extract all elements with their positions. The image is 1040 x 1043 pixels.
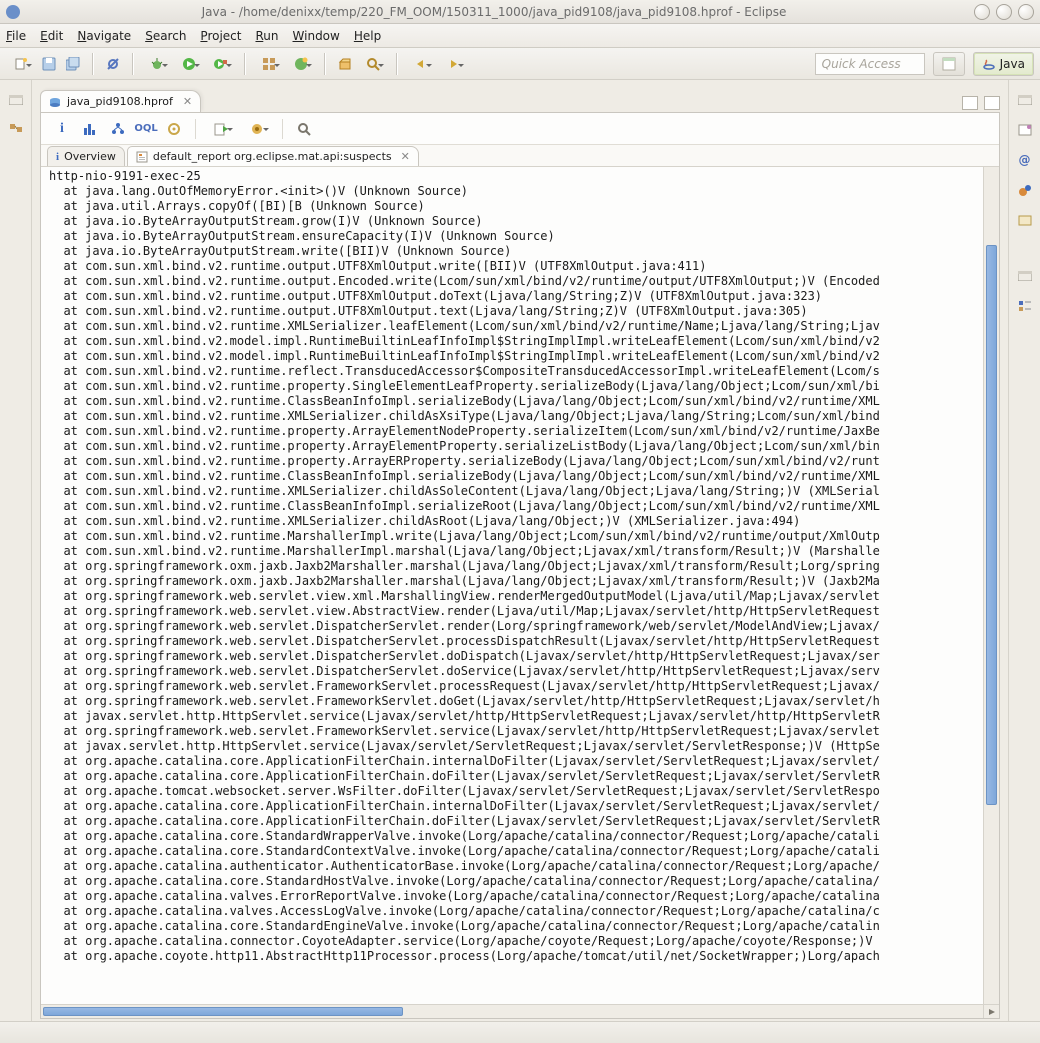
- java-icon: [982, 57, 996, 71]
- close-icon[interactable]: ✕: [183, 95, 192, 108]
- quick-access-placeholder: Quick Access: [822, 57, 901, 71]
- workbench: java_pid9108.hprof ✕ i OQL: [0, 80, 1040, 1021]
- open-perspective-button[interactable]: [933, 52, 965, 76]
- minimize-editor-button[interactable]: [962, 96, 978, 110]
- task-list-icon[interactable]: [1015, 120, 1035, 140]
- editor-tab-hprof[interactable]: java_pid9108.hprof ✕: [40, 90, 201, 112]
- mat-editor: i OQL: [40, 112, 1000, 1019]
- menu-help[interactable]: Help: [354, 29, 381, 43]
- report-icon: [136, 151, 148, 163]
- menu-navigate[interactable]: Navigate: [77, 29, 131, 43]
- right-trim: @: [1008, 80, 1040, 1021]
- subtab-overview[interactable]: i Overview: [47, 146, 125, 166]
- menu-run[interactable]: Run: [255, 29, 278, 43]
- navigator-icon[interactable]: [1015, 210, 1035, 230]
- new-type-button[interactable]: [286, 53, 316, 75]
- app-icon: [6, 5, 20, 19]
- mat-separator: [195, 119, 196, 139]
- window-titlebar: Java - /home/denixx/temp/220_FM_OOM/1503…: [0, 0, 1040, 24]
- nav-back-button[interactable]: [406, 53, 436, 75]
- left-trim: [0, 80, 32, 1021]
- new-button[interactable]: [6, 53, 36, 75]
- maximize-editor-button[interactable]: [984, 96, 1000, 110]
- restore-view-icon[interactable]: [1015, 90, 1035, 110]
- thread-overview-icon[interactable]: [163, 118, 185, 140]
- window-icon: [942, 57, 956, 71]
- menu-bar: File Edit Navigate Search Project Run Wi…: [0, 24, 1040, 48]
- restore-view-icon[interactable]: [6, 90, 26, 110]
- main-toolbar: Quick Access Java: [0, 48, 1040, 80]
- heap-icon[interactable]: [1015, 180, 1035, 200]
- scroll-right-arrow[interactable]: [983, 1004, 999, 1018]
- mat-separator: [282, 119, 283, 139]
- outline-at-icon[interactable]: @: [1015, 150, 1035, 170]
- window-maximize-button[interactable]: [996, 4, 1012, 20]
- find-icon[interactable]: [293, 118, 315, 140]
- dominator-tree-icon[interactable]: [107, 118, 129, 140]
- window-minimize-button[interactable]: [974, 4, 990, 20]
- stack-trace-viewer: http-nio-9191-exec-25 at java.lang.OutOf…: [41, 167, 999, 1018]
- info-icon: i: [56, 151, 59, 163]
- menu-search[interactable]: Search: [145, 29, 186, 43]
- perspective-java-label: Java: [1000, 57, 1025, 71]
- heap-dump-icon: [49, 96, 61, 108]
- horizontal-scrollbar[interactable]: [41, 1004, 983, 1018]
- vertical-scroll-thumb[interactable]: [986, 245, 997, 805]
- outline-icon[interactable]: [1015, 296, 1035, 316]
- run-report-icon[interactable]: [206, 118, 236, 140]
- window-close-button[interactable]: [1018, 4, 1034, 20]
- toolbar-separator: [324, 53, 326, 75]
- quick-access-input[interactable]: Quick Access: [815, 53, 925, 75]
- close-icon[interactable]: ✕: [401, 150, 410, 163]
- stack-trace-text[interactable]: http-nio-9191-exec-25 at java.lang.OutOf…: [41, 167, 983, 1004]
- menu-file[interactable]: File: [6, 29, 26, 43]
- restore-view-icon[interactable]: [1015, 266, 1035, 286]
- subtab-report-label: default_report org.eclipse.mat.api:suspe…: [153, 150, 392, 163]
- editor-area: java_pid9108.hprof ✕ i OQL: [32, 80, 1008, 1021]
- mat-subtabs: i Overview default_report org.eclipse.ma…: [41, 145, 999, 167]
- run-last-button[interactable]: [206, 53, 236, 75]
- subtab-overview-label: Overview: [64, 150, 116, 163]
- save-all-button[interactable]: [62, 53, 84, 75]
- window-title: Java - /home/denixx/temp/220_FM_OOM/1503…: [20, 5, 968, 19]
- menu-project[interactable]: Project: [200, 29, 241, 43]
- status-bar: [0, 1021, 1040, 1043]
- mat-toolbar: i OQL: [41, 113, 999, 145]
- subtab-default-report[interactable]: default_report org.eclipse.mat.api:suspe…: [127, 146, 419, 166]
- oql-icon[interactable]: OQL: [135, 118, 157, 140]
- skip-breakpoints-button[interactable]: [102, 53, 124, 75]
- debug-button[interactable]: [142, 53, 172, 75]
- menu-window[interactable]: Window: [293, 29, 340, 43]
- toolbar-separator: [396, 53, 398, 75]
- nav-forward-button[interactable]: [438, 53, 468, 75]
- package-explorer-icon[interactable]: [6, 120, 26, 140]
- toolbar-separator: [132, 53, 134, 75]
- overview-icon[interactable]: i: [51, 118, 73, 140]
- editor-tabbar: java_pid9108.hprof ✕: [40, 86, 1000, 112]
- save-button[interactable]: [38, 53, 60, 75]
- toolbar-separator: [92, 53, 94, 75]
- open-type-button[interactable]: [334, 53, 356, 75]
- toolbar-separator: [244, 53, 246, 75]
- vertical-scrollbar[interactable]: [983, 167, 999, 1004]
- run-button[interactable]: [174, 53, 204, 75]
- horizontal-scroll-thumb[interactable]: [43, 1007, 403, 1016]
- editor-tab-label: java_pid9108.hprof: [67, 95, 173, 108]
- query-browser-icon[interactable]: [242, 118, 272, 140]
- histogram-icon[interactable]: [79, 118, 101, 140]
- perspective-java[interactable]: Java: [973, 52, 1034, 76]
- new-package-button[interactable]: [254, 53, 284, 75]
- search-button[interactable]: [358, 53, 388, 75]
- menu-edit[interactable]: Edit: [40, 29, 63, 43]
